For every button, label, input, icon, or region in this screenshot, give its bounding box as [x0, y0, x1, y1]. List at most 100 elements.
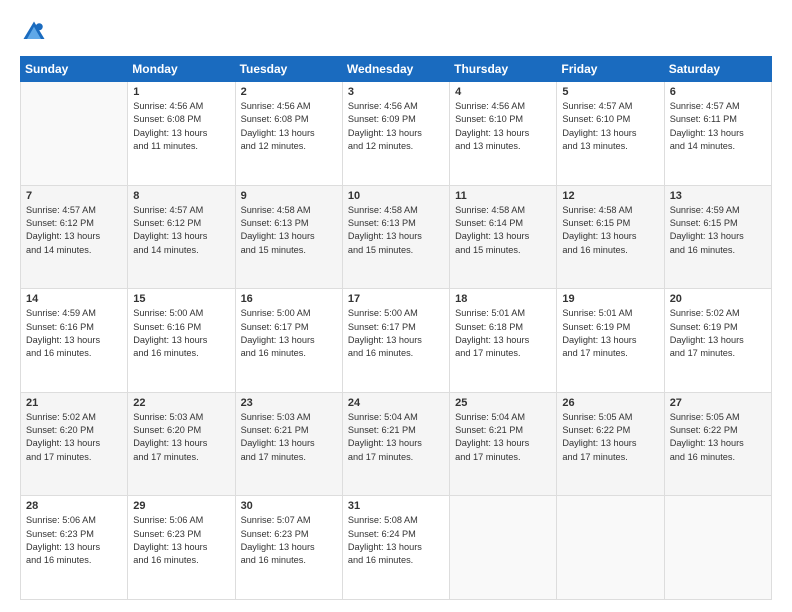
logo [20, 18, 52, 46]
calendar-cell: 6 Sunrise: 4:57 AM Sunset: 6:11 PM Daylig… [664, 82, 771, 186]
cell-info: Sunrise: 4:56 AM Sunset: 6:10 PM Dayligh… [455, 100, 551, 153]
calendar-cell [557, 496, 664, 600]
calendar-cell: 10 Sunrise: 4:58 AM Sunset: 6:13 PM Dayli… [342, 185, 449, 289]
calendar-cell: 2Sunrise: 4:56 AM Sunset: 6:08 PM Daylig… [235, 82, 342, 186]
day-number: 4 [455, 86, 551, 98]
day-number: 13 [670, 190, 766, 202]
cell-info: Sunrise: 5:05 AM Sunset: 6:22 PM Dayligh… [670, 411, 766, 464]
day-number: 28 [26, 500, 122, 512]
calendar-header-row: SundayMondayTuesdayWednesdayThursdayFrid… [21, 57, 772, 82]
day-number: 20 [670, 293, 766, 305]
day-number: 26 [562, 397, 658, 409]
day-number: 19 [562, 293, 658, 305]
calendar-week-row: 1 Sunrise: 4:56 AM Sunset: 6:08 PM Daylig… [21, 82, 772, 186]
calendar-cell: 31 Sunrise: 5:08 AM Sunset: 6:24 PM Dayli… [342, 496, 449, 600]
calendar-cell: 29 Sunrise: 5:06 AM Sunset: 6:23 PM Dayli… [128, 496, 235, 600]
calendar-week-row: 14 Sunrise: 4:59 AM Sunset: 6:16 PM Dayli… [21, 289, 772, 393]
calendar-week-row: 7Sunrise: 4:57 AM Sunset: 6:12 PM Daylig… [21, 185, 772, 289]
calendar-table: SundayMondayTuesdayWednesdayThursdayFrid… [20, 56, 772, 600]
calendar-cell: 20 Sunrise: 5:02 AM Sunset: 6:19 PM Dayli… [664, 289, 771, 393]
cell-info: Sunrise: 4:58 AM Sunset: 6:13 PM Dayligh… [241, 204, 337, 257]
day-number: 3 [348, 86, 444, 98]
cell-info: Sunrise: 5:00 AM Sunset: 6:17 PM Dayligh… [241, 307, 337, 360]
calendar-cell: 11 Sunrise: 4:58 AM Sunset: 6:14 PM Dayli… [450, 185, 557, 289]
calendar-cell: 12 Sunrise: 4:58 AM Sunset: 6:15 PM Dayli… [557, 185, 664, 289]
calendar-cell: 4 Sunrise: 4:56 AM Sunset: 6:10 PM Daylig… [450, 82, 557, 186]
calendar-cell: 1 Sunrise: 4:56 AM Sunset: 6:08 PM Daylig… [128, 82, 235, 186]
cell-info: Sunrise: 5:00 AM Sunset: 6:17 PM Dayligh… [348, 307, 444, 360]
cell-info: Sunrise: 4:57 AM Sunset: 6:12 PM Dayligh… [26, 204, 122, 257]
cell-info: Sunrise: 4:58 AM Sunset: 6:14 PM Dayligh… [455, 204, 551, 257]
cell-info: Sunrise: 5:02 AM Sunset: 6:20 PM Dayligh… [26, 411, 122, 464]
calendar-cell: 19 Sunrise: 5:01 AM Sunset: 6:19 PM Dayli… [557, 289, 664, 393]
calendar-cell: 25 Sunrise: 5:04 AM Sunset: 6:21 PM Dayli… [450, 392, 557, 496]
day-number: 5 [562, 86, 658, 98]
calendar-cell: 9Sunrise: 4:58 AM Sunset: 6:13 PM Daylig… [235, 185, 342, 289]
day-number: 24 [348, 397, 444, 409]
calendar-week-row: 28 Sunrise: 5:06 AM Sunset: 6:23 PM Dayli… [21, 496, 772, 600]
cell-info: Sunrise: 5:02 AM Sunset: 6:19 PM Dayligh… [670, 307, 766, 360]
calendar-cell: 27 Sunrise: 5:05 AM Sunset: 6:22 PM Dayli… [664, 392, 771, 496]
calendar-cell: 22 Sunrise: 5:03 AM Sunset: 6:20 PM Dayli… [128, 392, 235, 496]
cell-info: Sunrise: 5:07 AM Sunset: 6:23 PM Dayligh… [241, 514, 337, 567]
cell-info: Sunrise: 5:01 AM Sunset: 6:18 PM Dayligh… [455, 307, 551, 360]
cell-info: Sunrise: 5:04 AM Sunset: 6:21 PM Dayligh… [455, 411, 551, 464]
day-number: 21 [26, 397, 122, 409]
day-number: 1 [133, 86, 229, 98]
calendar-cell: 23Sunrise: 5:03 AM Sunset: 6:21 PM Dayli… [235, 392, 342, 496]
weekday-header: Sunday [21, 57, 128, 82]
cell-info: Sunrise: 4:57 AM Sunset: 6:10 PM Dayligh… [562, 100, 658, 153]
calendar-cell: 3Sunrise: 4:56 AM Sunset: 6:09 PM Daylig… [342, 82, 449, 186]
day-number: 22 [133, 397, 229, 409]
day-number: 10 [348, 190, 444, 202]
logo-icon [20, 18, 48, 46]
calendar-cell: 15 Sunrise: 5:00 AM Sunset: 6:16 PM Dayli… [128, 289, 235, 393]
day-number: 29 [133, 500, 229, 512]
cell-info: Sunrise: 4:58 AM Sunset: 6:15 PM Dayligh… [562, 204, 658, 257]
calendar-cell: 14 Sunrise: 4:59 AM Sunset: 6:16 PM Dayli… [21, 289, 128, 393]
cell-info: Sunrise: 5:01 AM Sunset: 6:19 PM Dayligh… [562, 307, 658, 360]
calendar-cell: 13 Sunrise: 4:59 AM Sunset: 6:15 PM Dayli… [664, 185, 771, 289]
day-number: 6 [670, 86, 766, 98]
cell-info: Sunrise: 5:03 AM Sunset: 6:20 PM Dayligh… [133, 411, 229, 464]
cell-info: Sunrise: 4:57 AM Sunset: 6:12 PM Dayligh… [133, 204, 229, 257]
weekday-header: Monday [128, 57, 235, 82]
weekday-header: Friday [557, 57, 664, 82]
calendar-cell: 18 Sunrise: 5:01 AM Sunset: 6:18 PM Dayli… [450, 289, 557, 393]
calendar-cell: 30Sunrise: 5:07 AM Sunset: 6:23 PM Dayli… [235, 496, 342, 600]
cell-info: Sunrise: 4:58 AM Sunset: 6:13 PM Dayligh… [348, 204, 444, 257]
cell-info: Sunrise: 4:56 AM Sunset: 6:08 PM Dayligh… [133, 100, 229, 153]
cell-info: Sunrise: 4:59 AM Sunset: 6:15 PM Dayligh… [670, 204, 766, 257]
day-number: 27 [670, 397, 766, 409]
day-number: 8 [133, 190, 229, 202]
cell-info: Sunrise: 5:00 AM Sunset: 6:16 PM Dayligh… [133, 307, 229, 360]
calendar-cell: 17 Sunrise: 5:00 AM Sunset: 6:17 PM Dayli… [342, 289, 449, 393]
weekday-header: Tuesday [235, 57, 342, 82]
calendar-cell [450, 496, 557, 600]
weekday-header: Saturday [664, 57, 771, 82]
cell-info: Sunrise: 5:06 AM Sunset: 6:23 PM Dayligh… [26, 514, 122, 567]
cell-info: Sunrise: 5:06 AM Sunset: 6:23 PM Dayligh… [133, 514, 229, 567]
header [20, 18, 772, 46]
day-number: 25 [455, 397, 551, 409]
cell-info: Sunrise: 5:08 AM Sunset: 6:24 PM Dayligh… [348, 514, 444, 567]
calendar-cell: 8 Sunrise: 4:57 AM Sunset: 6:12 PM Daylig… [128, 185, 235, 289]
calendar-cell: 16 Sunrise: 5:00 AM Sunset: 6:17 PM Dayli… [235, 289, 342, 393]
day-number: 18 [455, 293, 551, 305]
cell-info: Sunrise: 4:59 AM Sunset: 6:16 PM Dayligh… [26, 307, 122, 360]
day-number: 11 [455, 190, 551, 202]
calendar-cell: 24Sunrise: 5:04 AM Sunset: 6:21 PM Dayli… [342, 392, 449, 496]
cell-info: Sunrise: 4:57 AM Sunset: 6:11 PM Dayligh… [670, 100, 766, 153]
day-number: 12 [562, 190, 658, 202]
calendar-cell: 26Sunrise: 5:05 AM Sunset: 6:22 PM Dayli… [557, 392, 664, 496]
weekday-header: Wednesday [342, 57, 449, 82]
day-number: 16 [241, 293, 337, 305]
day-number: 2 [241, 86, 337, 98]
day-number: 14 [26, 293, 122, 305]
calendar-cell [664, 496, 771, 600]
day-number: 15 [133, 293, 229, 305]
page: SundayMondayTuesdayWednesdayThursdayFrid… [0, 0, 792, 612]
day-number: 17 [348, 293, 444, 305]
day-number: 31 [348, 500, 444, 512]
weekday-header: Thursday [450, 57, 557, 82]
